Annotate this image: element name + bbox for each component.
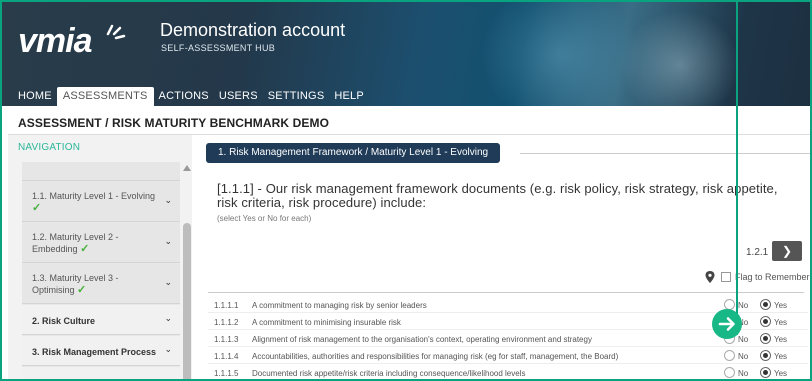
- sidebar-item-label: 2. Risk Culture: [32, 316, 96, 326]
- row-number: 1.1.1.4: [214, 352, 239, 361]
- chevron-down-icon[interactable]: ⌄: [164, 277, 172, 288]
- flag-label: Flag to Remember: [735, 272, 810, 282]
- row-text: A commitment to minimising insurable ris…: [252, 318, 401, 327]
- sidebar-item-risk-culture[interactable]: 2. Risk Culture ⌄: [22, 305, 180, 335]
- sidebar-item-label: 1.1. Maturity Level 1 - Evolving: [32, 191, 156, 201]
- row-number: 1.1.1.5: [214, 369, 239, 378]
- account-subtitle: SELF-ASSESSMENT HUB: [161, 43, 276, 53]
- radio-yes-selected[interactable]: [760, 350, 771, 361]
- table-row: 1.1.1.5 Documented risk appetite/risk cr…: [208, 365, 808, 381]
- question-title: [1.1.1] - Our risk management framework …: [217, 181, 778, 210]
- nav-settings[interactable]: SETTINGS: [263, 90, 330, 106]
- sidebar-title: NAVIGATION: [18, 142, 81, 153]
- question-hint: (select Yes or No for each): [217, 214, 312, 223]
- radio-no[interactable]: [724, 367, 735, 378]
- section-title: 1. Risk Management Framework / Maturity …: [206, 143, 501, 163]
- row-number: 1.1.1.2: [214, 318, 239, 327]
- row-text: Accountabilities, authorities and respon…: [252, 352, 619, 361]
- divider: [520, 153, 812, 154]
- highlight-line-tip: [733, 0, 741, 2]
- page-reference: 1.2.1: [746, 247, 769, 258]
- account-title: Demonstration account: [160, 20, 346, 40]
- nav-actions[interactable]: ACTIONS: [154, 90, 214, 106]
- navigation-sidebar: NAVIGATION 1.1. Maturity Level 1 - Evolv…: [8, 135, 192, 381]
- chevron-right-icon: ❯: [781, 244, 793, 258]
- row-text: Documented risk appetite/risk criteria i…: [252, 369, 526, 378]
- sidebar-scrollbar[interactable]: [183, 165, 191, 381]
- nav-users[interactable]: USERS: [214, 90, 263, 106]
- checkmark-icon: ✓: [80, 243, 90, 255]
- sidebar-item-maturity-level-3[interactable]: 1.3. Maturity Level 3 - Optimising ✓ ⌄: [22, 264, 180, 304]
- chevron-down-icon[interactable]: ⌄: [164, 313, 172, 324]
- location-pin-icon: [705, 271, 715, 283]
- arrow-right-circle-icon[interactable]: [712, 309, 742, 339]
- row-number: 1.1.1.3: [214, 335, 239, 344]
- radio-no[interactable]: [724, 350, 735, 361]
- next-button[interactable]: ❯: [772, 241, 802, 261]
- logo-rays-icon: [106, 24, 126, 40]
- nav-home[interactable]: HOME: [0, 90, 57, 106]
- sidebar-item-label: 1.3. Maturity Level 3 - Optimising: [32, 273, 119, 295]
- top-navigation: HOME ASSESSMENTS ACTIONS USERS SETTINGS …: [0, 87, 369, 106]
- row-text: Alignment of risk management to the orga…: [252, 335, 592, 344]
- sidebar-item-label: 3. Risk Management Process: [32, 347, 157, 357]
- sidebar-item-maturity-level-1[interactable]: 1.1. Maturity Level 1 - Evolving ✓ ⌄: [22, 182, 180, 222]
- scroll-up-icon[interactable]: [183, 165, 191, 171]
- vmia-logo: vmia: [18, 22, 92, 60]
- radio-no-label: No: [738, 369, 749, 378]
- flag-to-remember[interactable]: Flag to Remember: [705, 271, 810, 283]
- sidebar-item-spacer: [22, 162, 180, 181]
- radio-yes-selected[interactable]: [760, 333, 771, 344]
- header-glow: [620, 10, 740, 106]
- flag-checkbox[interactable]: [721, 272, 731, 282]
- radio-yes-selected[interactable]: [760, 316, 771, 327]
- checkmark-icon: ✓: [77, 284, 87, 296]
- nav-assessments[interactable]: ASSESSMENTS: [56, 87, 154, 106]
- chevron-down-icon[interactable]: ⌄: [164, 195, 172, 206]
- arrow-right-icon: [718, 317, 735, 331]
- header-glow: [480, 0, 640, 106]
- breadcrumb: ASSESSMENT / RISK MATURITY BENCHMARK DEM…: [18, 116, 330, 130]
- radio-yes-label: Yes: [774, 335, 788, 344]
- row-number: 1.1.1.1: [214, 301, 239, 310]
- chevron-down-icon[interactable]: ⌄: [164, 344, 172, 355]
- sidebar-list[interactable]: 1.1. Maturity Level 1 - Evolving ✓ ⌄ 1.2…: [22, 162, 180, 381]
- nav-help[interactable]: HELP: [329, 90, 369, 106]
- table-row: 1.1.1.4 Accountabilities, authorities an…: [208, 348, 808, 364]
- sidebar-item-label: 1.2. Maturity Level 2 - Embedding: [32, 232, 119, 254]
- radio-yes-label: Yes: [774, 301, 788, 310]
- radio-no-label: No: [738, 352, 749, 361]
- sidebar-item-more: [22, 367, 180, 381]
- row-text: A commitment to managing risk by senior …: [252, 301, 427, 310]
- checkmark-icon: ✓: [32, 202, 42, 214]
- radio-yes-label: Yes: [774, 318, 788, 327]
- radio-yes-selected[interactable]: [760, 299, 771, 310]
- radio-yes-label: Yes: [774, 369, 788, 378]
- highlight-line: [736, 0, 738, 335]
- chevron-down-icon[interactable]: ⌄: [164, 236, 172, 247]
- sidebar-item-risk-management-process[interactable]: 3. Risk Management Process ⌄: [22, 336, 180, 366]
- scroll-thumb[interactable]: [183, 223, 191, 381]
- sidebar-item-maturity-level-2[interactable]: 1.2. Maturity Level 2 - Embedding ✓ ⌄: [22, 223, 180, 263]
- divider: [208, 292, 804, 293]
- app-header: vmia Demonstration account SELF-ASSESSME…: [0, 0, 812, 106]
- radio-yes-label: Yes: [774, 352, 788, 361]
- radio-yes-selected[interactable]: [760, 367, 771, 378]
